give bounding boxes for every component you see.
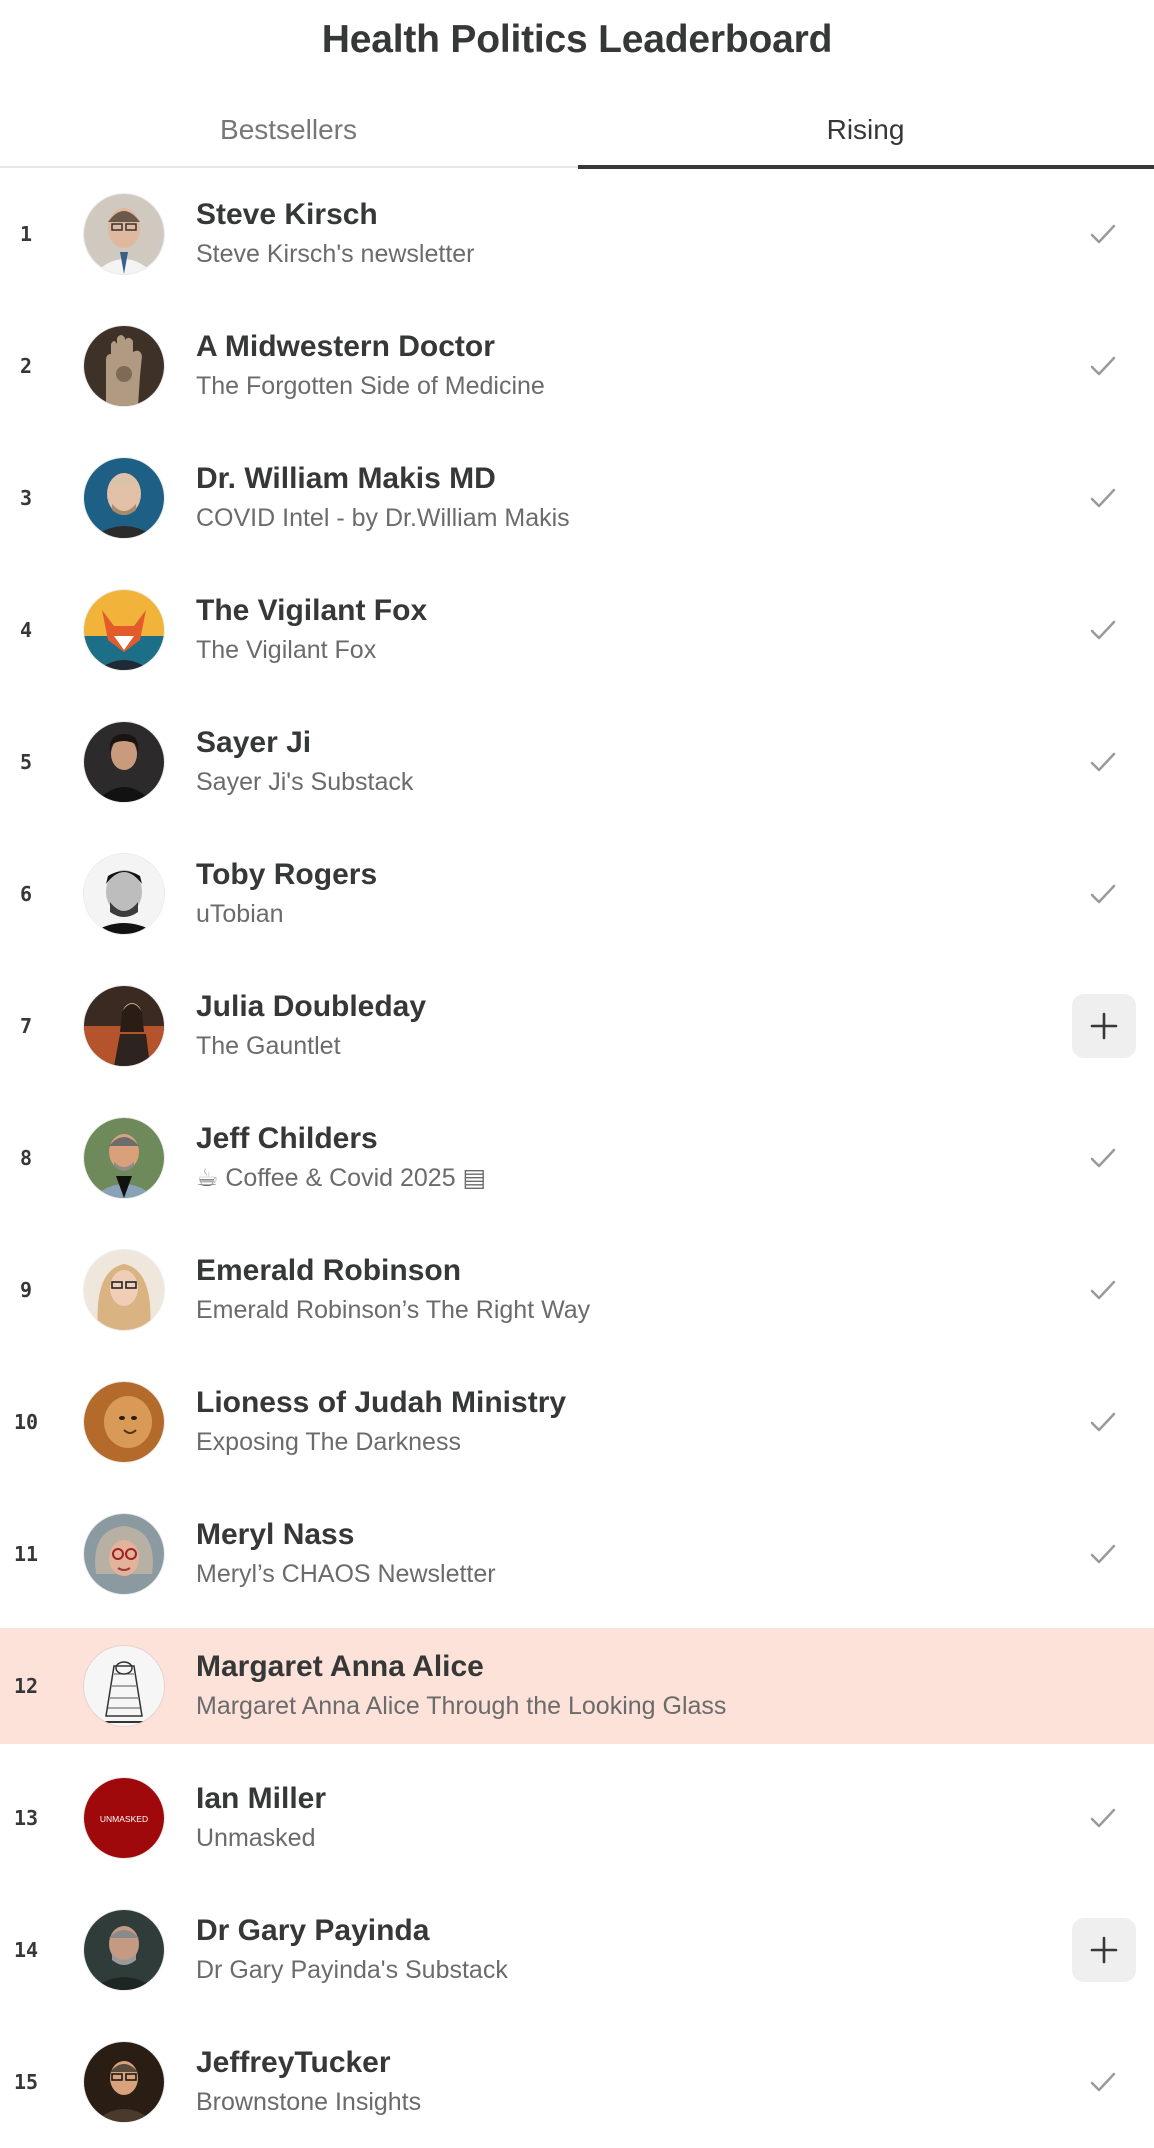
tab-bestsellers[interactable]: Bestsellers <box>0 98 577 168</box>
check-icon[interactable] <box>1086 349 1120 383</box>
plus-icon <box>1090 1936 1118 1964</box>
check-icon[interactable] <box>1086 1273 1120 1307</box>
check-icon[interactable] <box>1086 1537 1120 1571</box>
writer-name[interactable]: Jeff Childers <box>196 1119 1016 1159</box>
check-icon[interactable] <box>1086 613 1120 647</box>
rank-number: 4 <box>19 618 33 642</box>
check-icon[interactable] <box>1086 217 1120 251</box>
rank-number: 3 <box>19 486 33 510</box>
leaderboard-row[interactable]: 14 Dr Gary Payinda Dr Gary Payinda's Sub… <box>0 1884 1154 2016</box>
leaderboard-row-highlighted[interactable]: 12 Margaret Anna Alice Margaret Anna Ali… <box>0 1628 1154 1744</box>
writer-name[interactable]: Ian Miller <box>196 1779 1016 1819</box>
subscribe-button[interactable] <box>1072 994 1136 1058</box>
writer-name[interactable]: Emerald Robinson <box>196 1251 1016 1291</box>
rank-number: 13 <box>13 1806 39 1830</box>
rank-number: 10 <box>13 1410 39 1434</box>
rank-number: 2 <box>19 354 33 378</box>
avatar[interactable] <box>84 1646 164 1726</box>
publication-name: Meryl’s CHAOS Newsletter <box>196 1560 496 1588</box>
publication-name: COVID Intel - by Dr.William Makis <box>196 504 570 532</box>
writer-name[interactable]: The Vigilant Fox <box>196 591 1016 631</box>
writer-name[interactable]: A Midwestern Doctor <box>196 327 1016 367</box>
publication-name: Dr Gary Payinda's Substack <box>196 1956 508 1984</box>
rank-number: 6 <box>19 882 33 906</box>
writer-name[interactable]: Sayer Ji <box>196 723 1016 763</box>
avatar[interactable] <box>84 1382 164 1462</box>
rank-number: 11 <box>13 1542 39 1566</box>
publication-name: The Gauntlet <box>196 1032 341 1060</box>
tab-rising[interactable]: Rising <box>577 98 1154 168</box>
publication-name: uTobian <box>196 900 284 928</box>
avatar[interactable] <box>84 326 164 406</box>
leaderboard-row[interactable]: 6 Toby Rogers uTobian <box>0 828 1154 960</box>
avatar[interactable] <box>84 194 164 274</box>
leaderboard-row[interactable]: 15 JeffreyTucker Brownstone Insights <box>0 2016 1154 2148</box>
publication-name: The Vigilant Fox <box>196 636 377 664</box>
writer-name[interactable]: Toby Rogers <box>196 855 1016 895</box>
page-title: Health Politics Leaderboard <box>321 18 833 61</box>
rank-number: 14 <box>13 1938 39 1962</box>
check-icon[interactable] <box>1086 1141 1120 1175</box>
leaderboard-row[interactable]: 10 Lioness of Judah Ministry Exposing Th… <box>0 1356 1154 1488</box>
publication-name: Exposing The Darkness <box>196 1428 461 1456</box>
avatar[interactable] <box>84 986 164 1066</box>
leaderboard-row[interactable]: 8 Jeff Childers ☕ Coffee & Covid 2025 ▤ <box>0 1092 1154 1224</box>
writer-name[interactable]: Steve Kirsch <box>196 195 1016 235</box>
avatar[interactable] <box>84 854 164 934</box>
writer-name[interactable]: Meryl Nass <box>196 1515 1016 1555</box>
publication-name: Steve Kirsch's newsletter <box>196 240 475 268</box>
rank-number: 12 <box>13 1674 39 1698</box>
leaderboard-row[interactable]: 11 Meryl Nass Meryl’s CHAOS Newsletter <box>0 1488 1154 1620</box>
publication-name: ☕ Coffee & Covid 2025 ▤ <box>196 1164 487 1192</box>
writer-name[interactable]: Margaret Anna Alice <box>196 1647 1016 1687</box>
check-icon[interactable] <box>1086 745 1120 779</box>
writer-name[interactable]: Lioness of Judah Ministry <box>196 1383 1016 1423</box>
check-icon[interactable] <box>1086 877 1120 911</box>
leaderboard-row[interactable]: 13 UNMASKED Ian Miller Unmasked <box>0 1752 1154 1884</box>
avatar[interactable] <box>84 1118 164 1198</box>
leaderboard-row[interactable]: 7 Julia Doubleday The Gauntlet <box>0 960 1154 1092</box>
avatar[interactable] <box>84 590 164 670</box>
writer-name[interactable]: Dr Gary Payinda <box>196 1911 1016 1951</box>
subscribe-button[interactable] <box>1072 1918 1136 1982</box>
avatar[interactable] <box>84 1250 164 1330</box>
leaderboard-list: 1 Steve Kirsch Steve Kirsch's newsletter… <box>0 168 1154 2148</box>
rank-number: 8 <box>19 1146 33 1170</box>
check-icon[interactable] <box>1086 1405 1120 1439</box>
publication-name: Emerald Robinson’s The Right Way <box>196 1296 591 1324</box>
rank-number: 15 <box>13 2070 39 2094</box>
avatar[interactable] <box>84 458 164 538</box>
tab-bar: Bestsellers Rising <box>0 98 1154 169</box>
avatar[interactable] <box>84 722 164 802</box>
rank-number: 7 <box>19 1014 33 1038</box>
check-icon[interactable] <box>1086 481 1120 515</box>
writer-name[interactable]: Dr. William Makis MD <box>196 459 1016 499</box>
rank-number: 1 <box>19 222 33 246</box>
publication-name: Brownstone Insights <box>196 2088 422 2116</box>
avatar[interactable] <box>84 1514 164 1594</box>
avatar-logo-text: UNMASKED <box>100 1814 148 1824</box>
publication-name: Unmasked <box>196 1824 316 1852</box>
writer-name[interactable]: Julia Doubleday <box>196 987 1016 1027</box>
rank-number: 9 <box>19 1278 33 1302</box>
check-icon[interactable] <box>1086 1801 1120 1835</box>
publication-name: The Forgotten Side of Medicine <box>196 372 545 400</box>
rank-number: 5 <box>19 750 33 774</box>
avatar[interactable] <box>84 2042 164 2122</box>
publication-name: Sayer Ji's Substack <box>196 768 414 796</box>
publication-name: Margaret Anna Alice Through the Looking … <box>196 1692 727 1720</box>
plus-icon <box>1090 1012 1118 1040</box>
leaderboard-row[interactable]: 4 The Vigilant Fox The Vigilant Fox <box>0 564 1154 696</box>
leaderboard-row[interactable]: 2 A Midwestern Doctor The Forgotten Side… <box>0 300 1154 432</box>
leaderboard-row[interactable]: 1 Steve Kirsch Steve Kirsch's newsletter <box>0 168 1154 300</box>
leaderboard-row[interactable]: 5 Sayer Ji Sayer Ji's Substack <box>0 696 1154 828</box>
check-icon[interactable] <box>1086 2065 1120 2099</box>
avatar[interactable]: UNMASKED <box>84 1778 164 1858</box>
writer-name[interactable]: JeffreyTucker <box>196 2043 1016 2083</box>
leaderboard-row[interactable]: 3 Dr. William Makis MD COVID Intel - by … <box>0 432 1154 564</box>
avatar[interactable] <box>84 1910 164 1990</box>
leaderboard-row[interactable]: 9 Emerald Robinson Emerald Robinson’s Th… <box>0 1224 1154 1356</box>
